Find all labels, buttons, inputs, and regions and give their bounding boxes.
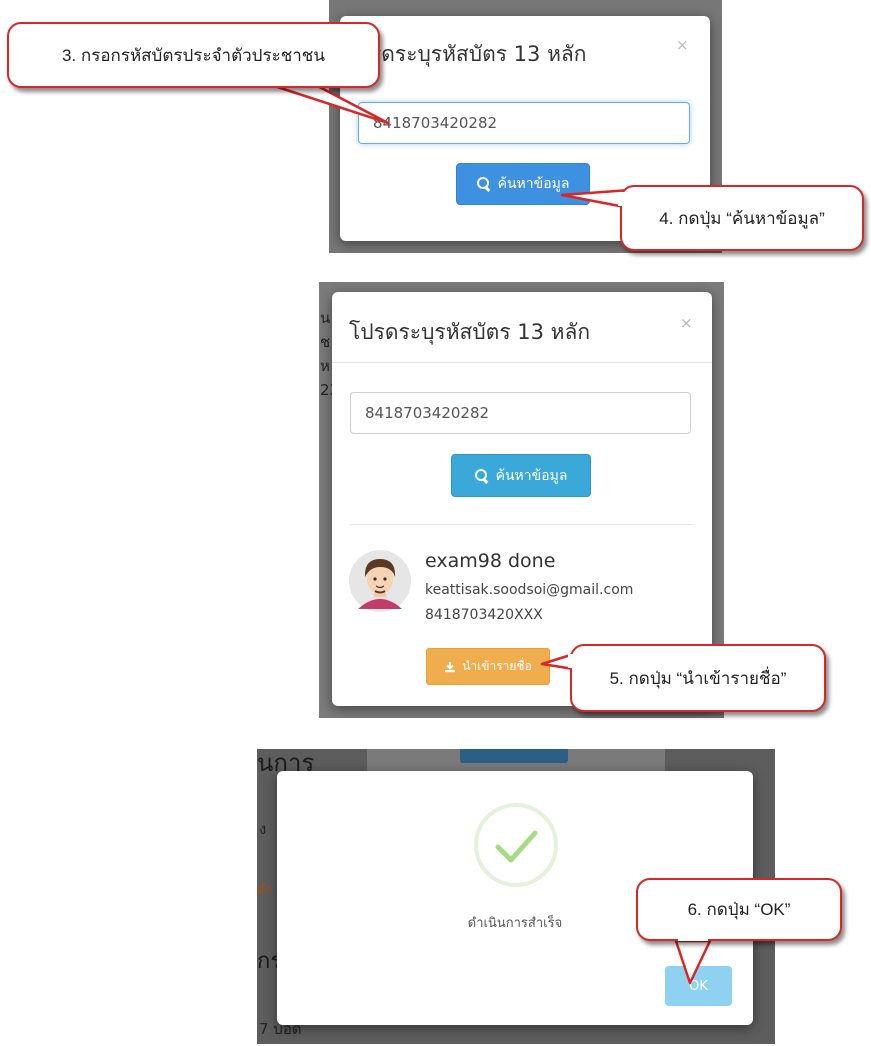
check-icon [474,803,558,887]
import-button-label: นำเข้ารายชื่อ [462,659,532,673]
search-icon [476,177,491,191]
callout-step-4: 4. กดปุ่ม “ค้นหาข้อมูล” [620,185,864,251]
modal-title: รดระบุรหัสบัตร 13 หลัก [370,42,587,66]
ok-button-label: OK [689,978,708,994]
avatar [349,550,411,612]
user-email: keattisak.soodsoi@gmail.com [425,582,634,598]
search-icon [474,468,489,483]
search-button[interactable]: ค้นหาข้อมูล [451,454,591,497]
header-divider [332,362,712,363]
close-icon[interactable]: × [676,36,689,54]
import-button[interactable]: นำเข้ารายชื่อ [426,648,550,685]
id-card-input[interactable]: 8418703420282 [358,102,690,144]
id-card-input[interactable]: 8418703420282 [350,392,691,434]
callout-step-6: 6. กดปุ่ม “OK” [636,878,842,941]
result-divider [350,524,693,525]
user-id-masked: 8418703420XXX [425,607,543,623]
search-button-label: ค้นหาข้อมูล [497,176,570,192]
bg-fragment: ดำ [257,883,273,898]
bg-fragment: ง [259,820,267,838]
user-name: exam98 done [425,550,556,572]
modal-title: โปรดระบุรหัสบัตร 13 หลัก [349,320,591,344]
search-button[interactable]: ค้นหาข้อมูล [456,163,590,205]
search-button-label: ค้นหาข้อมูล [495,467,568,484]
ok-button[interactable]: OK [665,966,732,1006]
download-icon [445,661,456,672]
callout-step-5: 5. กดปุ่ม “นำเข้ารายชื่อ” [570,644,826,712]
bg-search-button [460,749,568,763]
callout-step-3: 3. กรอกรหัสบัตรประจำตัวประชาชน [7,22,380,88]
close-icon[interactable]: × [680,314,693,332]
